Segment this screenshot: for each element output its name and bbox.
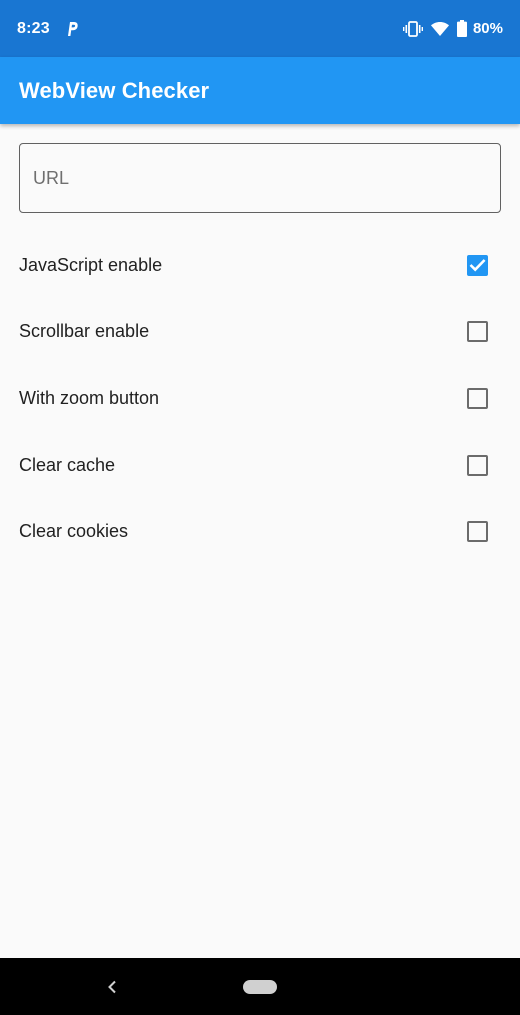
url-input[interactable] — [19, 143, 501, 213]
option-label: JavaScript enable — [19, 254, 163, 275]
option-javascript-enable[interactable]: JavaScript enable — [0, 232, 520, 299]
wifi-icon — [430, 21, 449, 36]
status-bar: 8:23 80% — [0, 0, 520, 57]
battery-percent: 80% — [472, 20, 503, 37]
checkmark-icon — [469, 259, 486, 272]
option-clear-cache[interactable]: Clear cache — [0, 432, 520, 499]
clear-cookies-checkbox[interactable] — [467, 521, 488, 543]
home-pill-icon[interactable] — [243, 980, 277, 994]
option-with-zoom-button[interactable]: With zoom button — [0, 365, 520, 432]
scrollbar-enable-checkbox[interactable] — [467, 321, 488, 343]
back-icon[interactable] — [104, 977, 120, 997]
page-title: WebView Checker — [19, 77, 210, 103]
vibrate-icon — [402, 20, 423, 37]
parking-icon — [64, 20, 80, 38]
navigation-bar — [0, 958, 520, 1015]
option-scrollbar-enable[interactable]: Scrollbar enable — [0, 299, 520, 366]
options-list: JavaScript enable Scrollbar enable With … — [0, 232, 520, 565]
with-zoom-button-checkbox[interactable] — [467, 387, 488, 409]
battery-icon — [456, 20, 467, 37]
option-label: With zoom button — [19, 387, 160, 408]
clear-cache-checkbox[interactable] — [467, 454, 488, 476]
option-label: Scrollbar enable — [19, 321, 150, 342]
option-label: Clear cache — [19, 454, 116, 475]
option-label: Clear cookies — [19, 521, 129, 542]
javascript-enable-checkbox[interactable] — [467, 254, 488, 276]
option-clear-cookies[interactable]: Clear cookies — [0, 498, 520, 565]
status-time: 8:23 — [17, 19, 50, 37]
app-bar: WebView Checker — [0, 57, 520, 124]
status-icons: 80% — [402, 20, 503, 37]
